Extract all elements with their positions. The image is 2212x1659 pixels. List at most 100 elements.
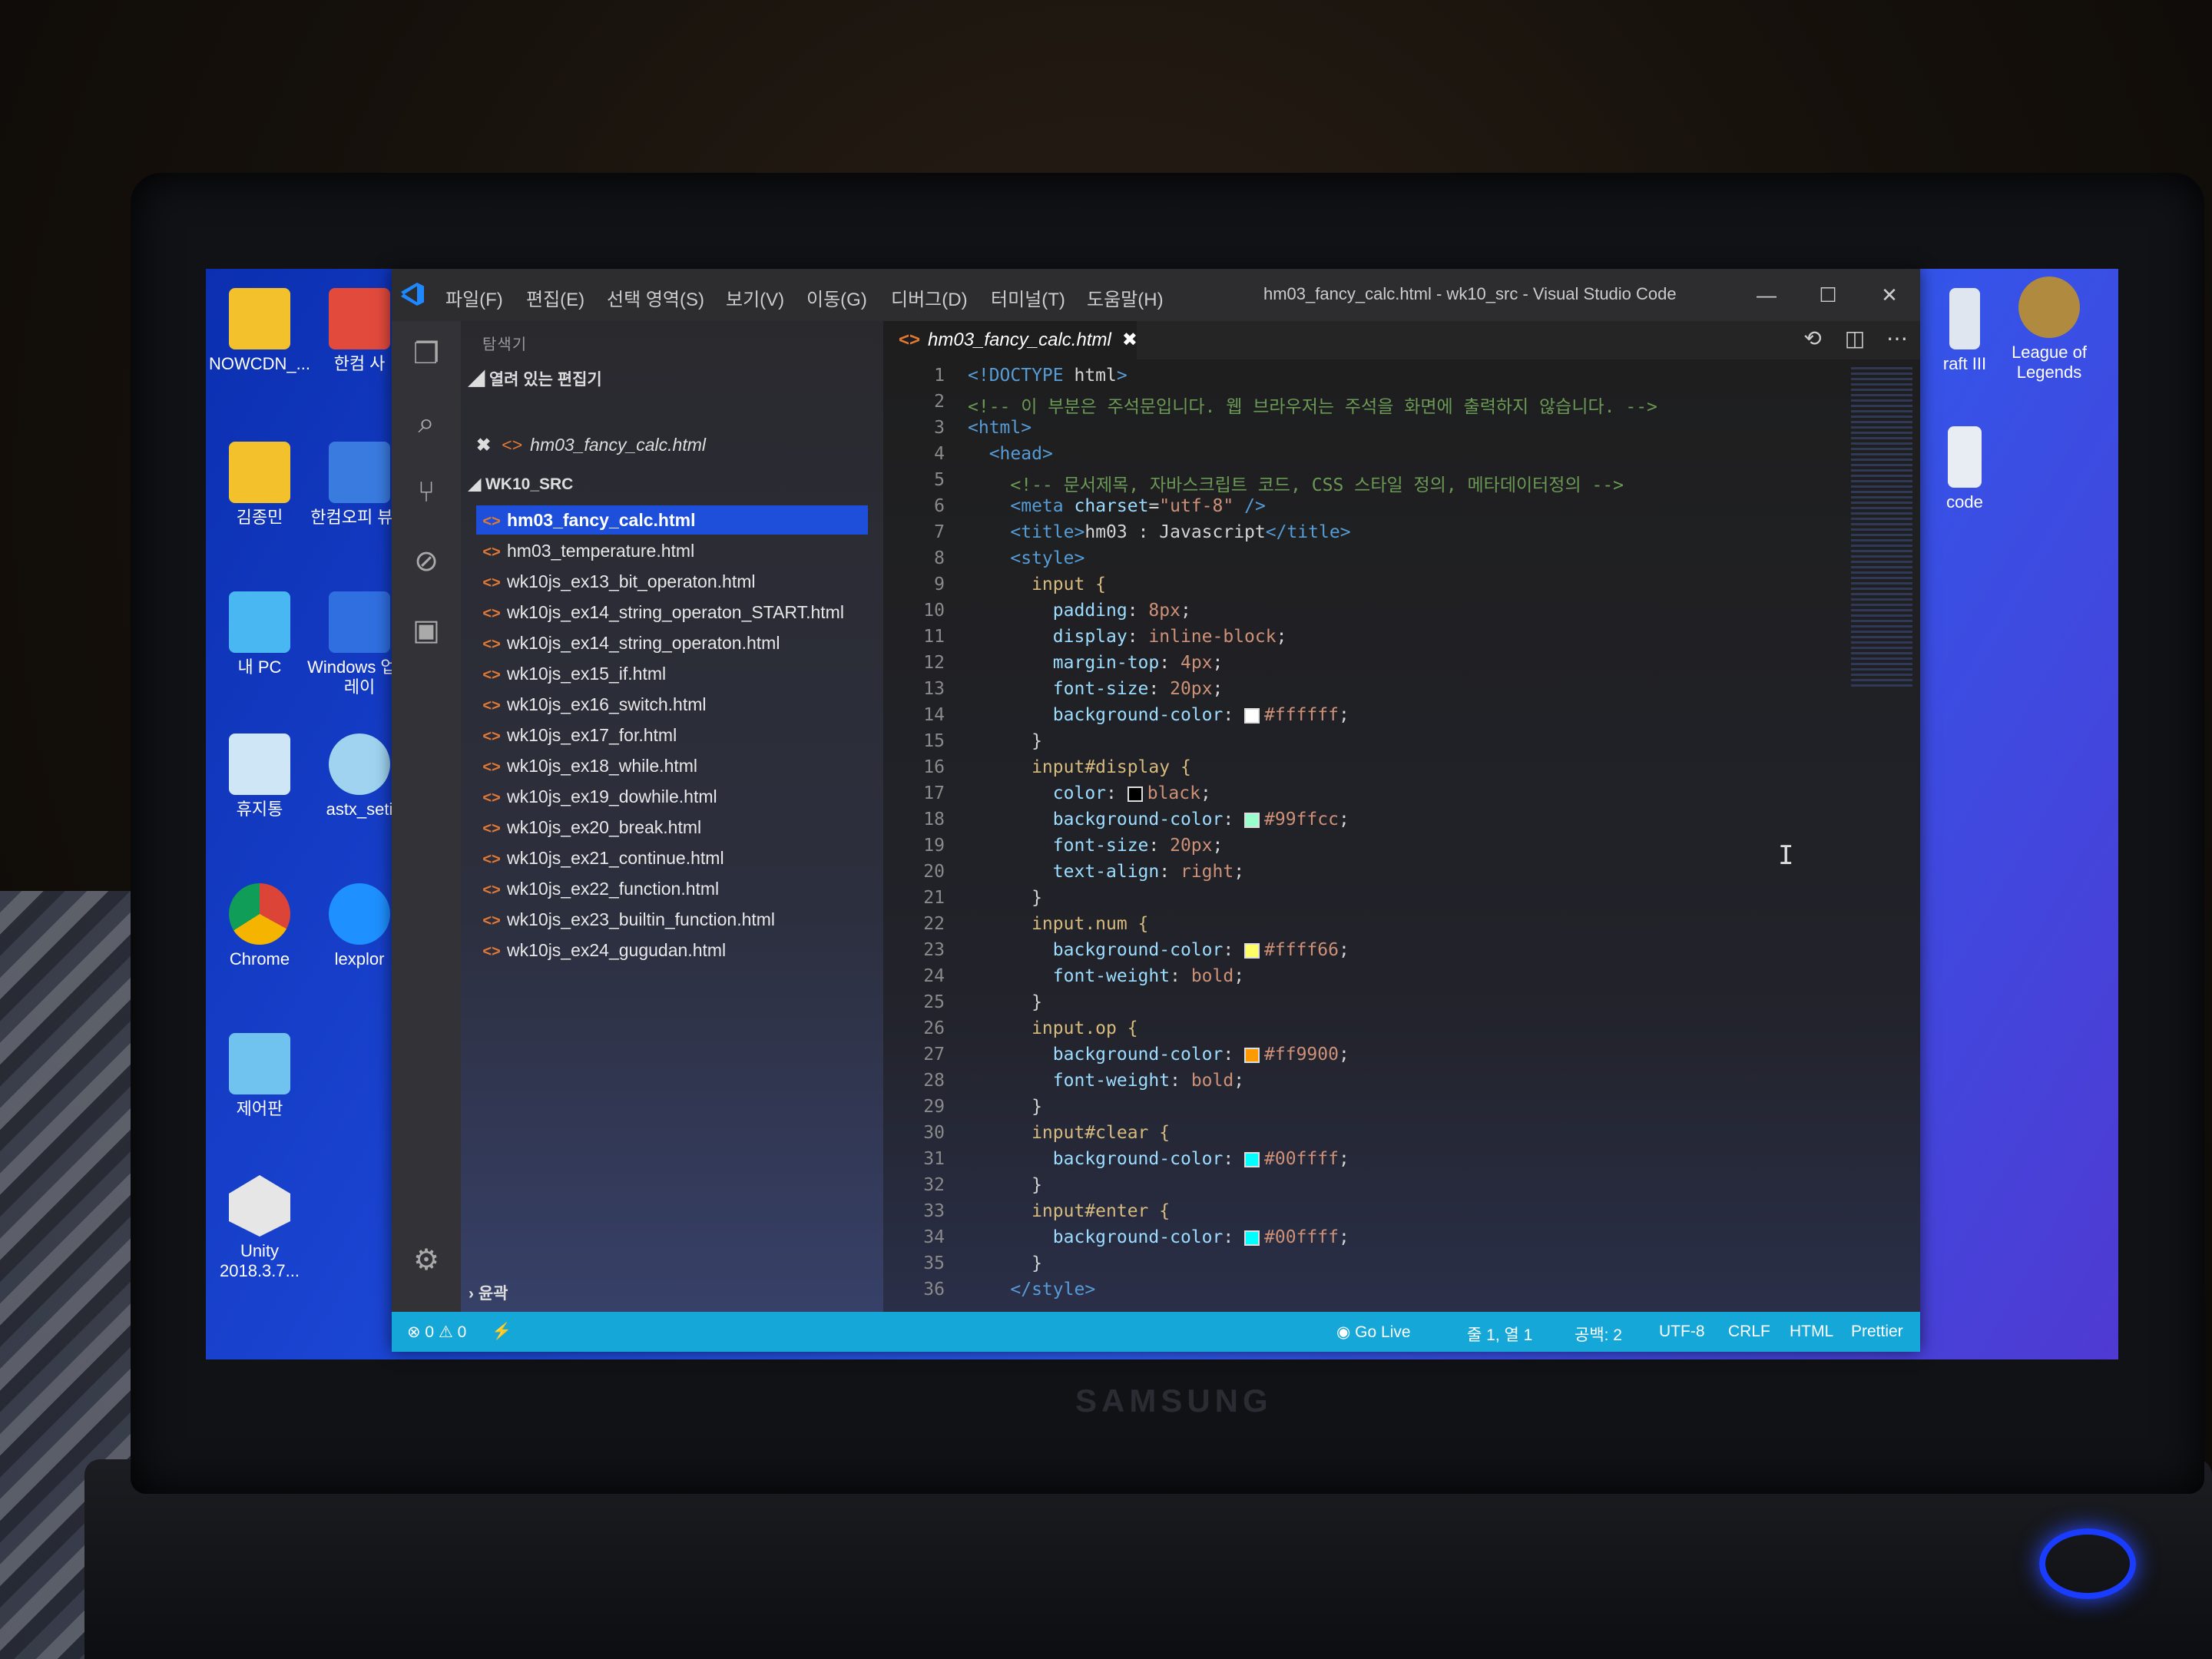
compare-changes-icon[interactable]: ⟲ — [1797, 326, 1828, 351]
code-line[interactable]: input { — [968, 575, 1106, 594]
html-file-icon: <> — [482, 513, 501, 530]
file-item[interactable]: <> wk10js_ex13_bit_operaton.html — [476, 567, 868, 596]
code-line[interactable]: </style> — [968, 1280, 1095, 1300]
menu-terminal[interactable]: 터미널(T) — [991, 284, 1065, 311]
code-line[interactable]: margin-top: 4px; — [968, 653, 1224, 673]
close-button[interactable]: ✕ — [1866, 276, 1912, 313]
file-item[interactable]: <> wk10js_ex17_for.html — [476, 720, 868, 750]
close-icon[interactable]: ✖ — [476, 435, 491, 455]
code-line[interactable]: } — [968, 1253, 1042, 1273]
go-live-button[interactable]: ◉ Go Live — [1336, 1323, 1411, 1342]
menu-selection[interactable]: 선택 영역(S) — [607, 284, 704, 311]
file-item[interactable]: <> hm03_temperature.html — [476, 536, 868, 565]
code-line[interactable]: } — [968, 992, 1042, 1012]
file-item[interactable]: <> wk10js_ex14_string_operaton.html — [476, 628, 868, 657]
code-line[interactable]: text-align: right; — [968, 862, 1244, 882]
line-number: 17 — [923, 783, 945, 803]
file-item[interactable]: <> wk10js_ex22_function.html — [476, 874, 868, 903]
minimize-button[interactable]: — — [1743, 276, 1790, 313]
open-editor-item[interactable]: ✖ <> hm03_fancy_calc.html — [476, 435, 706, 455]
code-line[interactable]: <title>hm03 : Javascript</title> — [968, 522, 1350, 542]
code-line[interactable]: input.op { — [968, 1018, 1137, 1038]
code-line[interactable]: font-weight: bold; — [968, 966, 1244, 986]
code-line[interactable]: <head> — [968, 444, 1053, 464]
desktop-icon-code[interactable]: code — [1911, 426, 2018, 512]
file-item[interactable]: <> wk10js_ex19_dowhile.html — [476, 782, 868, 811]
file-item[interactable]: <> wk10js_ex15_if.html — [476, 659, 868, 688]
menu-view[interactable]: 보기(V) — [726, 284, 784, 311]
desktop-icon-chrome[interactable]: Chrome — [206, 883, 313, 969]
desktop-icon-unity[interactable]: Unity 2018.3.7... — [206, 1175, 313, 1281]
code-line[interactable]: <!-- 문서제목, 자바스크립트 코드, CSS 스타일 정의, 메타데이터정… — [968, 470, 1624, 496]
code-line[interactable]: padding: 8px; — [968, 601, 1191, 621]
desktop-icon-user-folder[interactable]: 김종민 — [206, 442, 313, 528]
code-line[interactable]: } — [968, 888, 1042, 908]
problems-indicator[interactable]: ⊗ 0 ⚠ 0 — [407, 1323, 466, 1342]
file-item[interactable]: <> hm03_fancy_calc.html — [476, 505, 868, 535]
menu-file[interactable]: 파일(F) — [445, 284, 503, 311]
file-item[interactable]: <> wk10js_ex20_break.html — [476, 813, 868, 842]
code-line[interactable]: } — [968, 731, 1042, 751]
desktop-icon-league[interactable]: League of Legends — [1995, 276, 2103, 382]
file-item[interactable]: <> wk10js_ex21_continue.html — [476, 843, 868, 873]
code-line[interactable]: input.num { — [968, 914, 1148, 934]
code-line[interactable]: input#enter { — [968, 1201, 1170, 1221]
menu-help[interactable]: 도움말(H) — [1087, 284, 1164, 311]
code-line[interactable]: font-weight: bold; — [968, 1071, 1244, 1091]
source-control-icon[interactable]: ⑂ — [409, 475, 444, 510]
code-line[interactable]: background-color: #ff9900; — [968, 1045, 1349, 1065]
close-tab-icon[interactable]: ✖ — [1122, 329, 1137, 350]
explorer-icon[interactable]: ❐ — [409, 336, 444, 372]
desktop-icon-this-pc[interactable]: 내 PC — [206, 591, 313, 677]
search-icon[interactable]: ⌕ — [409, 406, 444, 441]
lightning-icon[interactable]: ⚡ — [492, 1323, 512, 1341]
minimap[interactable] — [1851, 367, 1912, 690]
code-line[interactable]: background-color: #ffff66; — [968, 940, 1349, 960]
code-line[interactable]: background-color: #00ffff; — [968, 1227, 1349, 1247]
menu-edit[interactable]: 편집(E) — [526, 284, 584, 311]
debug-icon[interactable]: ⊘ — [409, 544, 444, 579]
code-line[interactable]: background-color: #ffffff; — [968, 705, 1349, 725]
code-line[interactable]: <!DOCTYPE html> — [968, 366, 1128, 386]
code-line[interactable]: font-size: 20px; — [968, 679, 1224, 699]
settings-gear-icon[interactable]: ⚙ — [409, 1243, 444, 1278]
code-editor[interactable]: 1 <!DOCTYPE html> 2 <!-- 이 부분은 주석문입니다. 웹 브라… — [883, 366, 1866, 1310]
file-item[interactable]: <> wk10js_ex23_builtin_function.html — [476, 905, 868, 934]
code-line[interactable]: <html> — [968, 418, 1031, 438]
menu-go[interactable]: 이동(G) — [806, 284, 867, 311]
code-line[interactable]: } — [968, 1175, 1042, 1195]
desktop-icon-recycle-bin[interactable]: 휴지통 — [206, 733, 313, 820]
folder-header[interactable]: ◢ WK10_SRC — [469, 475, 573, 494]
desktop-icon-nowcdn[interactable]: NOWCDN_... — [206, 288, 313, 374]
outline-header[interactable]: › 윤곽 — [469, 1281, 508, 1304]
file-item[interactable]: <> wk10js_ex14_string_operaton_START.html — [476, 598, 868, 627]
code-line[interactable]: background-color: #99ffcc; — [968, 810, 1349, 830]
code-line[interactable]: <!-- 이 부분은 주석문입니다. 웹 브라우저는 주석을 화면에 출력하지 … — [968, 392, 1657, 418]
menu-debug[interactable]: 디버그(D) — [891, 284, 968, 311]
language-mode[interactable]: HTML — [1790, 1323, 1833, 1341]
code-line[interactable]: background-color: #00ffff; — [968, 1149, 1349, 1169]
indentation[interactable]: 공백: 2 — [1575, 1323, 1622, 1346]
encoding[interactable]: UTF-8 — [1659, 1323, 1705, 1341]
tab-hm03-fancy-calc[interactable]: <> hm03_fancy_calc.html ✖ — [883, 321, 1137, 359]
formatter[interactable]: Prettier — [1851, 1323, 1903, 1341]
code-line[interactable]: font-size: 20px; — [968, 836, 1224, 856]
code-line[interactable]: <meta charset="utf-8" /> — [968, 496, 1265, 516]
more-actions-icon[interactable]: ⋯ — [1882, 326, 1912, 351]
code-line[interactable]: <style> — [968, 548, 1084, 568]
code-line[interactable]: input#clear { — [968, 1123, 1170, 1143]
code-line[interactable]: } — [968, 1097, 1042, 1117]
code-line[interactable]: color: black; — [968, 783, 1211, 803]
file-item[interactable]: <> wk10js_ex18_while.html — [476, 751, 868, 780]
code-line[interactable]: input#display { — [968, 757, 1191, 777]
maximize-button[interactable]: ☐ — [1805, 276, 1851, 313]
file-item[interactable]: <> wk10js_ex16_switch.html — [476, 690, 868, 719]
file-item[interactable]: <> wk10js_ex24_gugudan.html — [476, 935, 868, 965]
line-ending[interactable]: CRLF — [1728, 1323, 1770, 1341]
open-editors-header[interactable]: ◢ 열려 있는 편집기 — [469, 367, 602, 390]
split-editor-icon[interactable]: ◫ — [1839, 326, 1870, 351]
cursor-position[interactable]: 줄 1, 열 1 — [1467, 1323, 1532, 1346]
desktop-icon-control-panel[interactable]: 제어판 — [206, 1033, 313, 1119]
code-line[interactable]: display: inline-block; — [968, 627, 1287, 647]
extensions-icon[interactable]: ▣ — [409, 613, 444, 648]
